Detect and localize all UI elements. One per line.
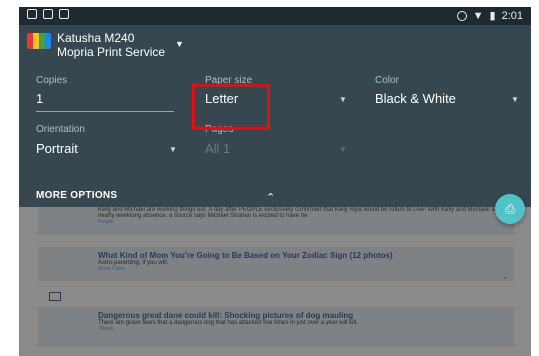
printer-logo-icon: [27, 33, 51, 49]
notification-icon: [27, 9, 37, 19]
background-feed: Kelly and Michael are working things out…: [19, 207, 531, 356]
list-item[interactable]: What Kind of Mom You're Going to Be Base…: [38, 247, 514, 281]
article-title: What Kind of Mom You're Going to Be Base…: [98, 251, 393, 260]
print-button[interactable]: ⎙: [495, 194, 525, 224]
printer-service: Mopria Print Service: [57, 45, 166, 59]
article-source: Marie Claire: [98, 266, 125, 272]
wifi-icon: ▼: [472, 9, 484, 22]
article-source: 7News: [98, 326, 114, 332]
color-select[interactable]: Black & White: [375, 91, 456, 106]
more-options-button[interactable]: MORE OPTIONS: [36, 190, 117, 201]
printer-selector[interactable]: Katusha M240 Mopria Print Service: [27, 31, 165, 59]
sim-icon: [59, 9, 69, 19]
orientation-dropdown-icon[interactable]: ▼: [169, 145, 177, 154]
orientation-select[interactable]: Portrait: [36, 141, 78, 156]
sync-icon: [456, 10, 467, 21]
battery-icon: ▮: [489, 10, 496, 22]
copies-input[interactable]: 1: [36, 91, 43, 106]
color-label: Color: [375, 75, 399, 86]
list-item[interactable]: Kelly and Michael are working things out…: [38, 207, 514, 235]
print-options-panel: Katusha M240 Mopria Print Service ▼ Copi…: [19, 25, 531, 207]
pages-dropdown-icon: ▼: [339, 145, 347, 154]
gallery-icon: [49, 292, 61, 301]
printer-icon: ⎙: [505, 201, 515, 216]
article-source: People: [98, 219, 114, 225]
status-bar: ▼ ▮ 2:01: [19, 7, 531, 25]
device-screen: ▼ ▮ 2:01 Kelly and Michael are working t…: [19, 7, 531, 356]
pages-select: All 1: [205, 141, 231, 156]
article-desc: Kelly and Michael are working things out…: [98, 207, 509, 219]
printer-name: Katusha M240: [57, 31, 135, 45]
paper-size-dropdown-icon[interactable]: ▼: [339, 95, 347, 104]
orientation-label: Orientation: [36, 124, 85, 135]
copies-label: Copies: [36, 75, 68, 86]
paper-size-highlight-box: [192, 84, 270, 130]
image-icon: [43, 9, 53, 19]
list-item[interactable]: Dangerous great dane could kill: Shockin…: [38, 307, 514, 347]
color-dropdown-icon[interactable]: ▼: [511, 95, 519, 104]
chevron-down-icon[interactable]: ⌄: [502, 273, 508, 281]
copies-underline: [36, 111, 174, 112]
article-title: Dangerous great dane could kill: Shockin…: [98, 311, 354, 320]
status-time: 2:01: [501, 9, 523, 22]
chevron-up-icon[interactable]: ⌃: [266, 191, 275, 204]
printer-dropdown-icon[interactable]: ▼: [175, 39, 184, 49]
